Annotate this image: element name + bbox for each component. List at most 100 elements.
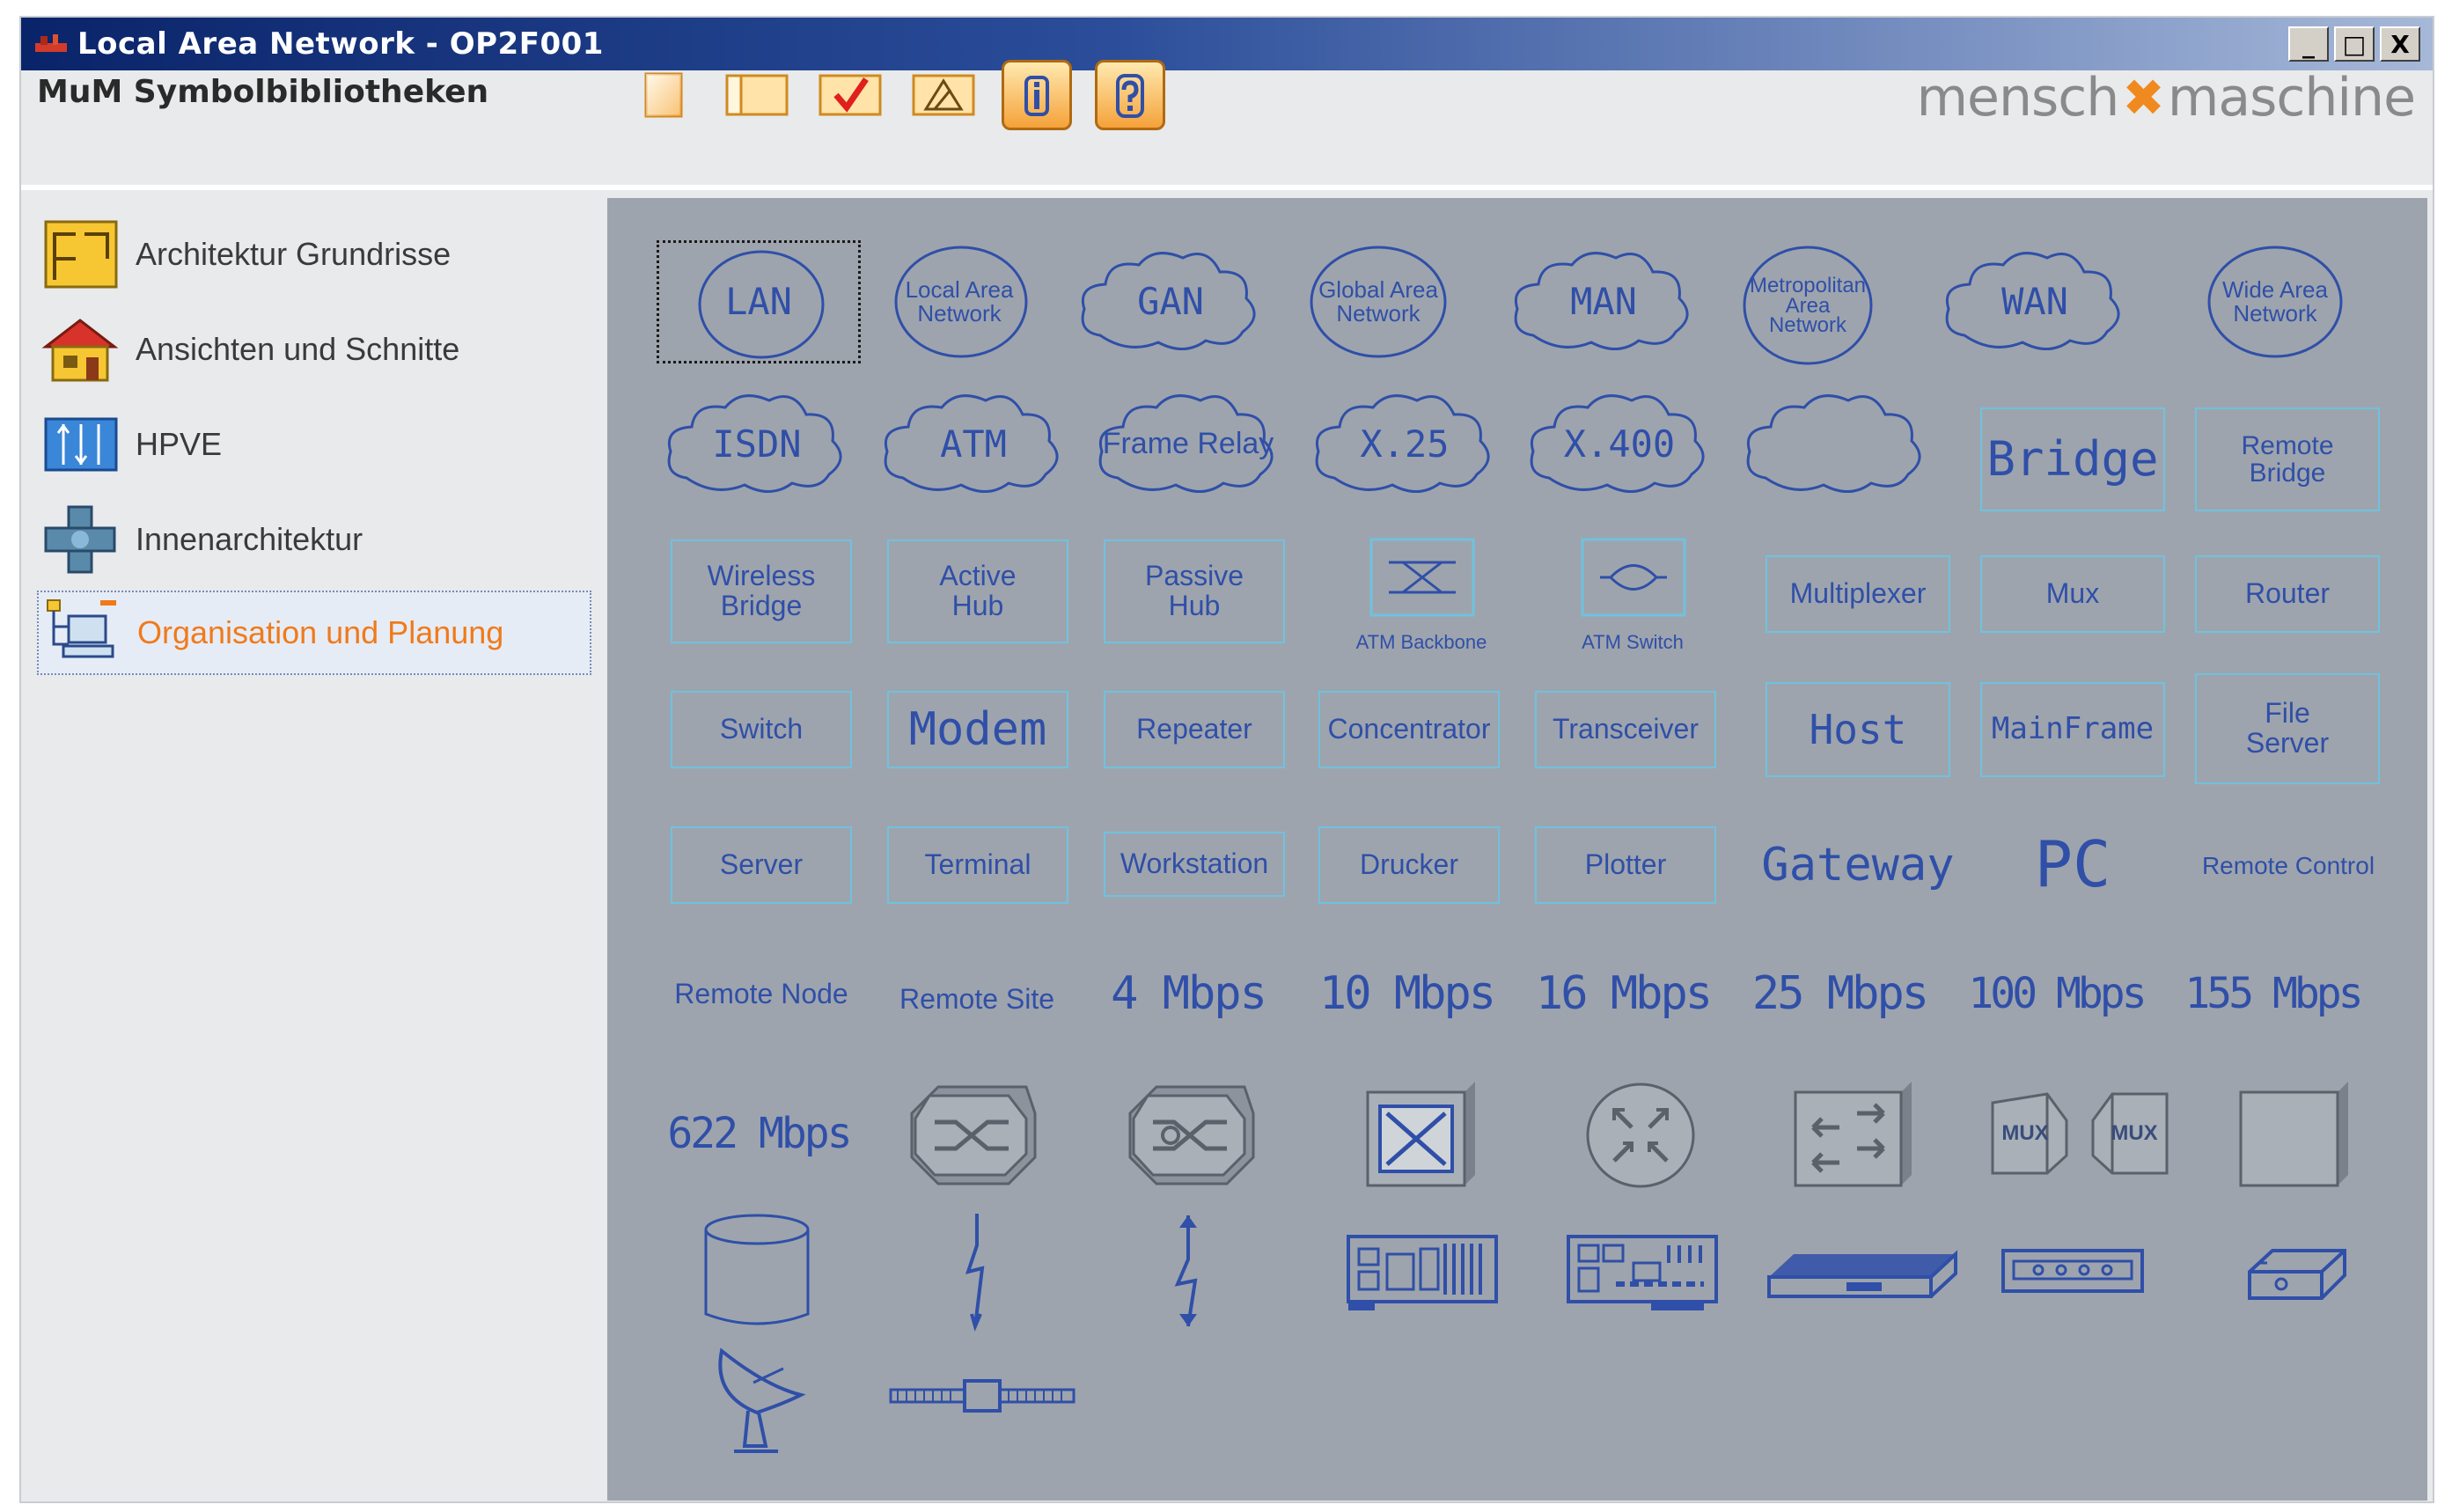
symbol-label: MUX — [2001, 1121, 2049, 1146]
symbol-remote-node[interactable]: Remote Node — [660, 964, 863, 1025]
symbol-25-mbps[interactable]: 25 Mbps — [1734, 958, 1945, 1029]
symbol-network-card-b[interactable] — [1563, 1228, 1722, 1316]
symbol-network-card-a[interactable] — [1343, 1228, 1501, 1316]
symbol-multiplexer[interactable]: Multiplexer — [1766, 555, 1950, 633]
symbol-man[interactable]: MAN — [1507, 240, 1700, 363]
sidebar-item-label: Innenarchitektur — [136, 521, 363, 557]
symbol-mux[interactable]: Mux — [1980, 555, 2165, 633]
symbol-terminal[interactable]: Terminal — [887, 826, 1068, 904]
symbol-622-mbps[interactable]: 622 Mbps — [657, 1094, 861, 1173]
edit-button[interactable] — [908, 60, 979, 130]
cable-connector-icon — [889, 1379, 1076, 1413]
symbol-server[interactable]: Server — [671, 826, 852, 904]
symbol-label: Multiplexer — [1789, 577, 1927, 610]
symbol-active-hub[interactable]: Active Hub — [887, 539, 1068, 643]
symbol-label: Global Area — [1318, 275, 1438, 303]
symbol-lightning-link[interactable] — [942, 1210, 1012, 1333]
symbol-concentrator[interactable]: Concentrator — [1318, 691, 1500, 768]
close-button[interactable]: X — [2380, 26, 2420, 62]
symbol-155-mbps[interactable]: 155 Mbps — [2165, 958, 2380, 1029]
satellite-dish-icon — [718, 1347, 806, 1453]
info-button[interactable] — [1002, 60, 1072, 130]
symbol-atm-switch-3d[interactable] — [903, 1078, 1044, 1193]
symbol-mainframe[interactable]: MainFrame — [1980, 682, 2165, 777]
symbol-label: MainFrame — [1991, 711, 2155, 747]
symbol-modem[interactable]: Modem — [887, 691, 1068, 768]
new-button[interactable] — [628, 60, 699, 130]
symbol-router[interactable]: Router — [2195, 555, 2380, 633]
symbol-cloud[interactable] — [1739, 383, 1933, 506]
symbol-switch[interactable]: Switch — [671, 691, 852, 768]
symbol-label: 100 Mbps — [1968, 968, 2147, 1018]
symbol-metropolitan-area-network[interactable]: Metropolitan Area Network — [1729, 240, 1887, 372]
x-box-icon — [1366, 1082, 1475, 1187]
symbol-label: Server — [719, 848, 804, 881]
symbol-100-mbps[interactable]: 100 Mbps — [1949, 958, 2163, 1029]
symbol-repeater[interactable]: Repeater — [1104, 691, 1285, 768]
brand-text-right: maschine — [2167, 67, 2416, 128]
symbol-10-mbps[interactable]: 10 Mbps — [1299, 958, 1514, 1029]
symbol-bridge[interactable]: Bridge — [1980, 407, 2165, 511]
symbol-label: Wireless — [707, 560, 816, 592]
symbol-wide-area-network[interactable]: Wide Area Network — [2200, 240, 2350, 363]
symbol-remote-site[interactable]: Remote Site — [880, 969, 1074, 1031]
symbol-box-3d[interactable] — [2232, 1078, 2355, 1193]
symbol-atm-switch[interactable]: ATM Switch — [1567, 532, 1699, 652]
sidebar-item-architektur[interactable]: Architektur Grundrisse — [37, 212, 591, 297]
symbol-transceiver[interactable]: Transceiver — [1535, 691, 1716, 768]
symbol-label: Network — [2233, 300, 2317, 327]
symbol-local-area-network[interactable]: Local Area Network — [871, 240, 1047, 363]
symbol-label: Remote Node — [674, 978, 848, 1010]
symbol-drucker[interactable]: Drucker — [1318, 826, 1500, 904]
sidebar-item-hpve[interactable]: HPVE — [37, 402, 591, 487]
symbol-wan[interactable]: WAN — [1938, 240, 2132, 363]
symbol-mux-3d-a[interactable]: MUX — [1986, 1085, 2074, 1182]
maximize-button[interactable]: □ — [2334, 26, 2375, 62]
symbol-transceiver-link[interactable] — [885, 1369, 1079, 1421]
symbol-wireless-bridge[interactable]: Wireless Bridge — [671, 539, 852, 643]
symbol-small-device[interactable] — [2241, 1237, 2355, 1307]
minimize-button[interactable]: _ — [2288, 26, 2329, 62]
symbol-global-area-network[interactable]: Global Area Network — [1299, 240, 1457, 363]
symbol-satellite-dish[interactable] — [704, 1342, 819, 1457]
symbol-switch-3d[interactable] — [1787, 1078, 1919, 1193]
library-title: MuM Symbolbibliotheken — [37, 74, 489, 110]
symbol-4-mbps[interactable]: 4 Mbps — [1083, 958, 1294, 1029]
symbol-remote-bridge[interactable]: Remote Bridge — [2195, 407, 2380, 511]
symbol-16-mbps[interactable]: 16 Mbps — [1517, 958, 1729, 1029]
sidebar-item-ansichten[interactable]: Ansichten und Schnitte — [37, 307, 591, 392]
symbol-x25[interactable]: X.25 — [1308, 383, 1501, 506]
symbol-atm-router-3d[interactable] — [1121, 1078, 1262, 1193]
symbol-database[interactable] — [695, 1210, 819, 1333]
symbol-label: PC — [2034, 827, 2111, 902]
symbol-workstation[interactable]: Workstation — [1104, 832, 1285, 897]
symbol-host[interactable]: Host — [1766, 682, 1950, 777]
symbol-atm-backbone[interactable]: ATM Backbone — [1355, 532, 1487, 652]
symbol-atm[interactable]: ATM — [877, 383, 1070, 506]
symbol-file-server[interactable]: File Server — [2195, 673, 2380, 784]
title-bar[interactable]: Local Area Network - OP2F001 _ □ X — [21, 18, 2433, 70]
symbol-x400[interactable]: X.400 — [1523, 383, 1716, 506]
symbol-label: Hub — [1168, 590, 1221, 621]
help-button[interactable] — [1095, 60, 1165, 130]
symbol-isdn[interactable]: ISDN — [660, 383, 854, 506]
symbol-hub-device[interactable] — [1998, 1240, 2147, 1302]
symbol-rack-device[interactable] — [1766, 1237, 1959, 1307]
panel-button[interactable] — [722, 60, 792, 130]
symbol-remote-control[interactable]: Remote Control — [2183, 835, 2394, 897]
symbol-mux-3d-b[interactable]: MUX — [2086, 1085, 2174, 1182]
symbol-plotter[interactable]: Plotter — [1535, 826, 1716, 904]
symbol-gan[interactable]: GAN — [1074, 240, 1267, 363]
symbol-pc[interactable]: PC — [2007, 818, 2139, 913]
symbol-passive-hub[interactable]: Passive Hub — [1104, 539, 1285, 643]
sidebar-item-innenarchitektur[interactable]: Innenarchitektur — [37, 497, 591, 582]
symbol-gateway[interactable]: Gateway — [1757, 823, 1959, 907]
symbol-label: Router — [2244, 577, 2331, 610]
symbol-router-round[interactable] — [1579, 1078, 1702, 1193]
symbol-lan[interactable]: LAN — [657, 240, 861, 363]
symbol-bidirectional-link[interactable] — [1153, 1210, 1223, 1333]
symbol-frame-relay[interactable]: Frame Relay — [1091, 383, 1285, 506]
check-button[interactable] — [815, 60, 885, 130]
symbol-atm-box-3d[interactable] — [1359, 1078, 1482, 1193]
sidebar-item-organisation[interactable]: Organisation und Planung — [37, 591, 591, 675]
